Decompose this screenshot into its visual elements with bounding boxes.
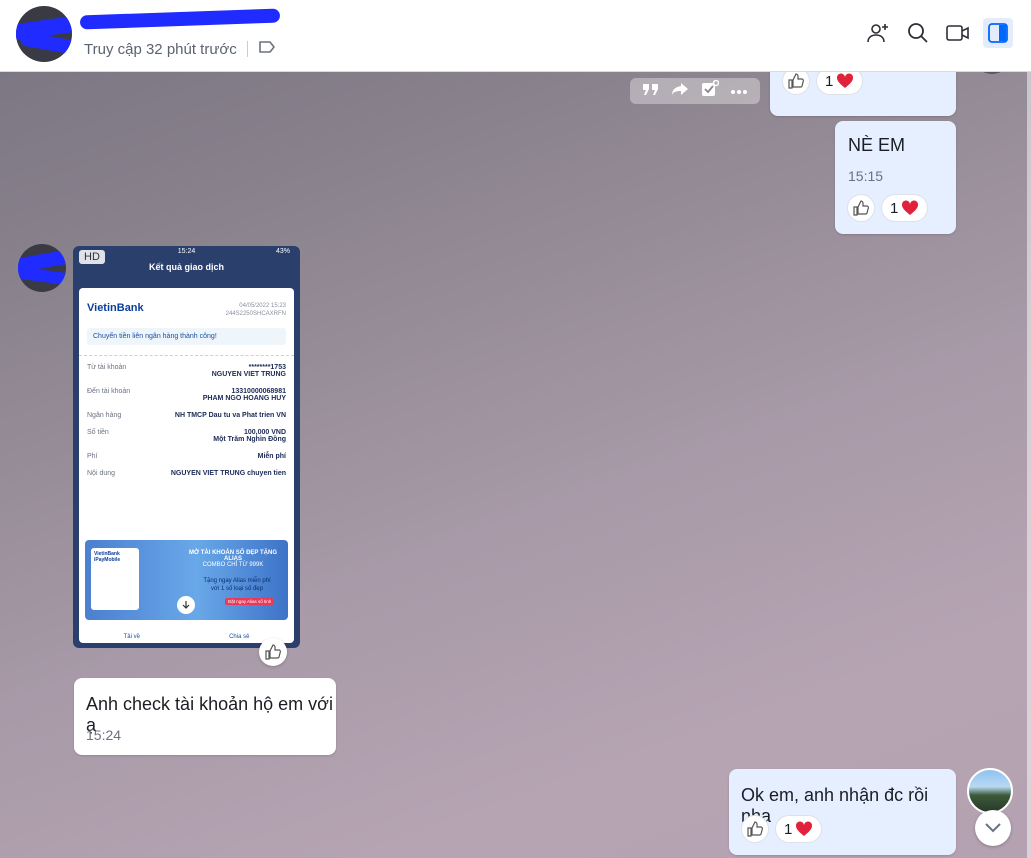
message-list[interactable]: 1 NÈ EM 15:15 1 HD 15:24 43% Kết quả gia… [0, 72, 1031, 858]
receipt-row-label: Từ tài khoản [87, 364, 127, 371]
message-text: Anh check tài khoản hộ em với ạ [86, 694, 333, 735]
reaction-count: 1 [784, 820, 793, 838]
receipt-screen-title: Kết quả giao dịch [148, 262, 224, 272]
heart-icon [796, 821, 813, 836]
heart-icon [902, 200, 919, 215]
phone-status-bar: 15:24 43% [73, 248, 300, 260]
receipt-row-value-secondary: NGUYEN VIET TRUNG [211, 371, 286, 378]
message-time: 15:15 [848, 168, 884, 184]
promo-line2: với 1 số loại số đẹp [211, 586, 263, 592]
like-icon[interactable] [847, 194, 875, 222]
quote-icon[interactable] [642, 82, 660, 101]
receipt-success-msg: Chuyển tiền liên ngân hàng thành công! [87, 328, 286, 345]
receipt-row-value-main: ********1753 [248, 364, 286, 371]
message-bubble-ne-em[interactable]: NÈ EM 15:15 1 [835, 121, 956, 234]
receipt-card: VietinBank 04/05/2022 15:23 244S2250SHCA… [79, 288, 294, 643]
promo-cta: Đặt ngay Alias số tinh [225, 598, 275, 605]
phone-time: 15:24 [177, 248, 196, 255]
receipt-row-label: Ngân hàng [87, 412, 122, 419]
promo-title: MỞ TÀI KHOẢN SỐ ĐẸP TẶNG ALIAS [188, 550, 277, 562]
heart-icon [837, 73, 854, 88]
like-icon[interactable] [782, 72, 810, 95]
receipt-row-value: NH TMCP Dau tu va Phat trien VN [175, 412, 286, 419]
reaction-bar: 1 [741, 815, 823, 843]
promo-line1: Tặng ngay Alias miễn phí [203, 578, 271, 584]
bank-logo: VietinBank [87, 302, 144, 314]
download-circle-icon [177, 596, 195, 614]
promo-subtitle: COMBO CHỈ TỪ 999K [202, 562, 264, 568]
receipt-share: Chia sẻ [229, 634, 250, 640]
contact-avatar[interactable] [16, 6, 72, 62]
chevron-down-icon [985, 823, 1001, 833]
receipt-row-value-main: NH TMCP Dau tu va Phat trien VN [174, 412, 286, 419]
promo-banner: VietinBank iPayMobile MỞ TÀI KHOẢN SỐ ĐẸ… [85, 540, 288, 620]
my-avatar[interactable] [967, 768, 1013, 814]
heart-reaction[interactable]: 1 [775, 815, 823, 843]
sidebar-toggle-icon[interactable] [983, 18, 1013, 48]
reaction-count: 1 [825, 72, 834, 90]
receipt-row-value-main: NGUYEN VIET TRUNG chuyen tien [170, 470, 286, 477]
add-todo-icon[interactable] [701, 79, 719, 103]
more-icon[interactable] [730, 82, 748, 100]
message-time: 15:24 [86, 727, 122, 743]
receipt-row-value-main: Miễn phí [257, 453, 286, 460]
message-bubble-partial[interactable]: 1 [770, 72, 956, 116]
receipt-download: Tải về [123, 634, 140, 640]
receipt-ref: 244S2250SHCAXRFN [225, 311, 286, 317]
search-icon[interactable] [903, 18, 933, 48]
like-icon[interactable] [741, 815, 769, 843]
receipt-date: 04/05/2022 15:23 [239, 303, 286, 309]
receipt-row-label: Nội dung [87, 470, 116, 477]
video-call-icon[interactable] [943, 18, 973, 48]
receipt-row-value-main: 13310000068981 [231, 388, 286, 395]
heart-reaction[interactable]: 1 [816, 72, 864, 95]
reaction-count: 1 [890, 199, 899, 217]
receipt-row: Đến tài khoản 13310000068981 PHAM NGO HOAN… [79, 386, 294, 404]
chat-header: Truy cập 32 phút trước [0, 0, 1031, 72]
receipt-row: Phí Miễn phí [79, 451, 294, 462]
forward-icon[interactable] [671, 82, 689, 101]
receipt-row-value-main: 100,000 VND [243, 429, 286, 436]
reaction-bar: 1 [847, 194, 929, 222]
promo-brand: VietinBank iPayMobile [91, 548, 139, 610]
divider [246, 41, 248, 57]
image-message-receipt[interactable]: 15:24 43% Kết quả giao dịch VietinBank 0… [73, 246, 300, 648]
receipt-row: Số tiền 100,000 VND Một Trăm Nghìn Đồng [79, 427, 294, 445]
receipt-row-value-secondary: Một Trăm Nghìn Đồng [213, 436, 286, 443]
scroll-to-bottom-button[interactable] [975, 810, 1011, 846]
receipt-row-label: Số tiền [87, 429, 109, 436]
message-bubble-ok-em[interactable]: Ok em, anh nhận đc rồi nha 1 [729, 769, 956, 855]
message-action-toolbar [630, 78, 760, 104]
receipt-row-value: 13310000068981 PHAM NGO HOANG HUY [203, 388, 286, 402]
receipt-row-value: Miễn phí [258, 453, 286, 460]
receipt-row-value: 100,000 VND Một Trăm Nghìn Đồng [213, 429, 286, 443]
receipt-row: Từ tài khoản ********1753 NGUYEN VIET TRUN… [79, 362, 294, 380]
last-active-text: Truy cập 32 phút trước [84, 40, 237, 58]
scrollbar[interactable] [1027, 72, 1031, 858]
receipt-row-value: ********1753 NGUYEN VIET TRUNG [212, 364, 286, 378]
receipt-row: Ngân hàng NH TMCP Dau tu va Phat trien VN [79, 410, 294, 421]
receipt-row-label: Phí [87, 453, 98, 460]
contact-status-row: Truy cập 32 phút trước [84, 40, 276, 58]
add-member-icon[interactable] [863, 18, 893, 48]
hd-badge: HD [79, 250, 105, 264]
tag-icon[interactable] [258, 40, 276, 58]
redaction-scribble [19, 31, 72, 55]
receipt-rows: Từ tài khoản ********1753 NGUYEN VIET TRUN… [79, 362, 294, 479]
reaction-bar: 1 [782, 72, 864, 95]
header-actions [863, 18, 1013, 48]
message-text: NÈ EM [848, 135, 906, 155]
message-bubble-anh-check[interactable]: Anh check tài khoản hộ em với ạ 15:24 [74, 678, 336, 755]
phone-battery: 43% [275, 248, 290, 255]
like-icon[interactable] [259, 638, 287, 666]
contact-name-redacted [79, 8, 281, 32]
receipt-row-value: NGUYEN VIET TRUNG chuyen tien [171, 470, 286, 477]
receipt-row-label: Đến tài khoản [87, 388, 131, 395]
my-avatar-partial [975, 72, 1009, 74]
receipt-row: Nội dung NGUYEN VIET TRUNG chuyen tien [79, 468, 294, 479]
receipt-row-value-secondary: PHAM NGO HOANG HUY [202, 395, 286, 402]
sender-avatar[interactable] [18, 244, 66, 292]
heart-reaction[interactable]: 1 [881, 194, 929, 222]
